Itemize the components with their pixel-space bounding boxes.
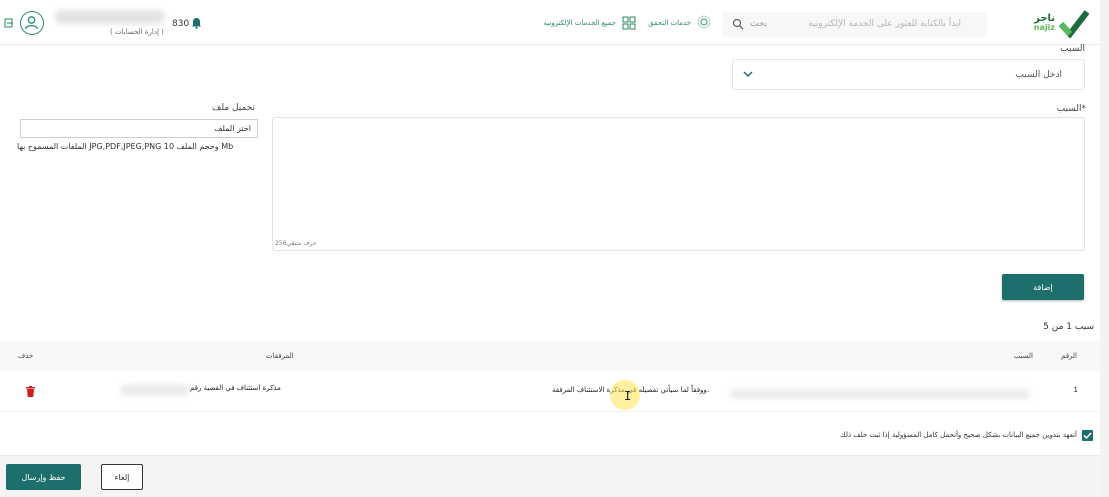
header-attachments: المرفقات xyxy=(266,352,294,360)
reason-count-label: سبب 1 من 5 xyxy=(1043,322,1094,332)
file-hint: الملفات المسموح بها JPG,PDF,JPEG,PNG وحج… xyxy=(17,142,234,151)
row-number: 1 xyxy=(1073,386,1078,394)
user-icon xyxy=(24,16,39,30)
attachment-redacted xyxy=(120,385,190,395)
reason-type-label: السبب xyxy=(1060,44,1085,54)
search-icon[interactable] xyxy=(732,18,744,30)
logo-text-en: najiz xyxy=(1033,23,1055,32)
form-footer: حفظ وإرسال إلغاء xyxy=(0,455,1109,497)
trash-icon[interactable] xyxy=(26,386,35,397)
save-send-button[interactable]: حفظ وإرسال xyxy=(6,464,81,490)
header-delete: حذف xyxy=(18,352,34,360)
najiz-check-icon xyxy=(1059,10,1089,38)
header-reason: السبب xyxy=(1013,352,1033,360)
user-avatar[interactable] xyxy=(20,11,44,35)
logout-icon[interactable] xyxy=(4,18,14,28)
add-button[interactable]: إضافة xyxy=(1002,274,1084,300)
fingerprint-icon[interactable] xyxy=(697,15,711,29)
reason-label: السبب* xyxy=(1056,104,1086,114)
grid-icon[interactable] xyxy=(622,16,636,30)
header-number: الرقم xyxy=(1061,352,1077,360)
table-row: 1 ووفقاً لما سيأتي تفصيله في مذكرة الاست… xyxy=(0,374,1100,412)
bell-icon[interactable] xyxy=(191,17,202,29)
char-counter: 256حرف متبقي xyxy=(275,240,317,247)
search-input[interactable]: ابدأ بالكتابة للعثور على الخدمة الإلكترو… xyxy=(808,19,961,29)
logo-text-ar: ناجز xyxy=(1034,13,1055,24)
pledge-text: أتعهد بتدوين جميع البيانات بشكل صحيح وأت… xyxy=(839,431,1077,439)
reason-textarea[interactable]: 256حرف متبقي xyxy=(272,117,1085,251)
pledge-checkbox[interactable] xyxy=(1082,430,1093,441)
file-input-text: اختر الملف xyxy=(214,124,251,133)
user-name-redacted xyxy=(55,10,165,24)
reason-text-redacted xyxy=(730,389,1030,399)
notification-count: 830 xyxy=(172,19,190,29)
table-header: الرقم السبب المرفقات حذف xyxy=(0,341,1100,371)
nav-all-services[interactable]: جميع الخدمات الإلكترونية xyxy=(543,19,616,27)
search-box[interactable]: ابدأ بالكتابة للعثور على الخدمة الإلكترو… xyxy=(722,12,987,37)
nav-verify-services[interactable]: خدمات التحقق xyxy=(648,19,691,27)
manage-accounts-link[interactable]: ( إدارة الحسابات ) xyxy=(110,28,164,36)
file-input[interactable]: اختر الملف xyxy=(20,119,258,138)
cancel-button[interactable]: إلغاء xyxy=(101,464,143,490)
top-header: ناجز najiz ابدأ بالكتابة للعثور على الخد… xyxy=(0,0,1109,45)
chevron-down-icon xyxy=(743,71,753,78)
search-button-label[interactable]: بحث xyxy=(750,19,767,29)
row-attachment[interactable]: مذكرة استئناف في القضية رقم xyxy=(190,384,281,392)
najiz-logo[interactable]: ناجز najiz xyxy=(1029,10,1089,38)
reason-select-value: ادخل السبب xyxy=(1015,70,1062,80)
scrollbar-track[interactable] xyxy=(1100,0,1109,497)
checkmark-icon xyxy=(1083,432,1092,440)
text-cursor-icon: I xyxy=(624,389,632,403)
upload-label: تحميل ملف xyxy=(212,103,256,113)
reason-select[interactable]: ادخل السبب xyxy=(732,59,1085,90)
